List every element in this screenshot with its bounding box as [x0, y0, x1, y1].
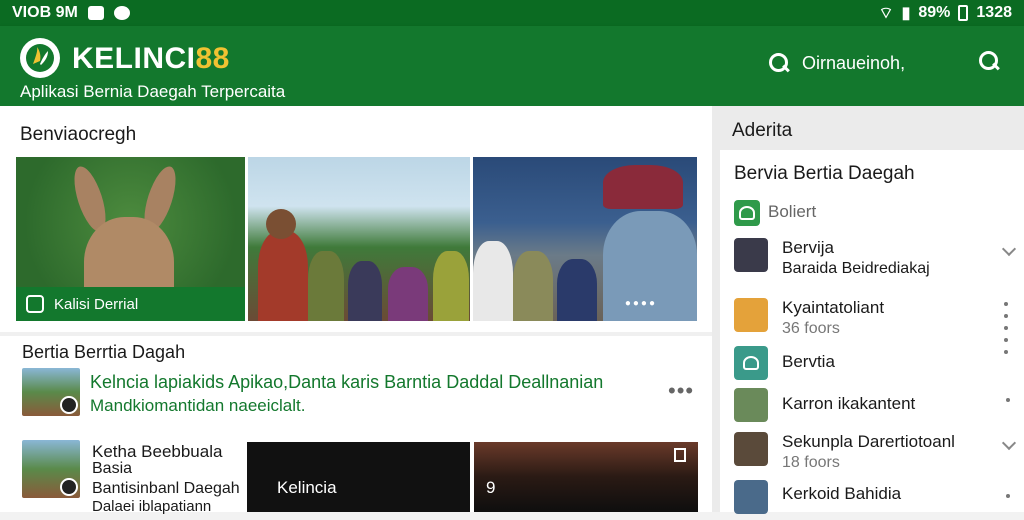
sidebar-item[interactable]: Sekunpla Darertiotoanl 18 foors [734, 432, 1017, 472]
gallery-tile-crowd[interactable]: ●●●● [473, 157, 697, 321]
video-card-label: 9 [486, 478, 496, 497]
camera-icon [26, 295, 44, 313]
avatar [734, 388, 768, 422]
wifi-icon: ⌔ [878, 5, 894, 22]
news-thumbnail [22, 440, 80, 498]
more-options-icon[interactable]: ••• [668, 378, 694, 404]
sidebar-item[interactable]: Bervija Baraida Beidrediakaj [734, 238, 1017, 278]
more-dot-icon[interactable] [1006, 494, 1010, 498]
app-tagline: Aplikasi Bernia Daegah Terpercaita [20, 82, 286, 101]
sidebar-item-title: Bervtia [782, 352, 835, 371]
chat-icon [113, 6, 130, 20]
sidebar-item-sub: Baraida Beidrediakaj [782, 260, 930, 277]
right-sidebar: Aderita Bervia Bertia Daegah Boliert Ber… [712, 106, 1024, 514]
carousel-dots[interactable]: ●●●● [625, 298, 657, 309]
rabbit-logo-icon[interactable] [20, 38, 60, 78]
person-head [266, 209, 296, 239]
battery-icon [958, 5, 969, 21]
news-line: Ketha Beebbuala [92, 442, 223, 461]
more-dot-icon[interactable] [1006, 398, 1010, 402]
photo-gallery: Kalisi Derrial ●●●● [16, 157, 700, 321]
news-title: Kelncia lapiakids Apikao,Danta karis Bar… [90, 372, 604, 392]
sidebar-item[interactable]: Karron ikakantent [734, 388, 1014, 428]
sidebar-item-title: Boliert [768, 202, 817, 221]
play-badge-icon [60, 478, 78, 496]
news-thumbnail [22, 368, 80, 416]
person-figure [557, 259, 597, 321]
video-card-label: Kelincia [277, 478, 337, 497]
search-icon [768, 52, 790, 74]
brand-text: KELINCI [72, 42, 196, 75]
main-panel: Benviaocregh Kalisi Derrial ●●●● Bertia … [0, 106, 712, 515]
avatar [734, 238, 768, 272]
sidebar-item[interactable]: Kyaintatoliant 36 foors [734, 298, 1014, 354]
sidebar-header: Aderita [732, 120, 793, 141]
search-button[interactable] [978, 50, 1000, 77]
app-brand[interactable]: KELINCI88 [72, 42, 230, 76]
tile-caption-text: Kalisi Derrial [54, 295, 139, 313]
news-line: Basia [92, 460, 133, 477]
sidebar-card-title: Bervia Bertia Daegah [734, 163, 915, 184]
avatar [734, 480, 768, 514]
person-figure [513, 251, 553, 321]
video-card[interactable]: Kelincia [247, 442, 470, 512]
person-figure [258, 231, 308, 321]
gallery-tile-village[interactable] [248, 157, 470, 321]
person-figure [388, 267, 428, 321]
sidebar-item[interactable]: Boliert [734, 198, 1014, 238]
app-header: KELINCI88 Aplikasi Bernia Daegah Terperc… [0, 26, 1024, 106]
sidebar-item-title: Bervija [782, 238, 834, 257]
sidebar-item-title: Sekunpla Darertiotoanl [782, 432, 955, 451]
divider [0, 332, 712, 336]
person-figure [473, 241, 513, 321]
person-figure [433, 251, 469, 321]
news-subtitle: Mandkiomantidan naeeiclalt. [90, 396, 306, 415]
person-figure [308, 251, 344, 321]
signal-icon: ▮ [901, 5, 911, 22]
share-icon [734, 346, 768, 380]
sidebar-item-sub: 36 foors [782, 320, 840, 337]
news-line: Dalaei iblapatiann [92, 498, 212, 515]
avatar [734, 298, 768, 332]
sidebar-item-title: Kerkoid Bahidia [782, 484, 902, 503]
sidebar-item-sub: 18 foors [782, 454, 840, 471]
bookmark-icon[interactable] [674, 448, 686, 462]
heart-icon [734, 200, 760, 226]
search-icon [978, 50, 1000, 72]
header-search-label: Oirnaueinoh, [802, 52, 906, 73]
chevron-down-icon[interactable] [1001, 435, 1017, 451]
clock: 1328 [976, 4, 1012, 21]
section-title: Benviaocregh [20, 124, 137, 145]
sidebar-item-title: Karron ikakantent [782, 394, 916, 413]
video-card[interactable]: 9 [474, 442, 698, 512]
person-figure [348, 261, 382, 321]
sidebar-card: Bervia Bertia Daegah Boliert Bervija Bar… [720, 150, 1024, 514]
status-left-text: VIOB 9M [12, 4, 78, 21]
sidebar-item[interactable]: Bervtia [734, 346, 1014, 386]
brand-number: 88 [195, 42, 230, 75]
play-badge-icon [60, 396, 78, 414]
battery-text: 89% [918, 4, 951, 21]
news-header: Bertia Berrtia Dagah [22, 342, 186, 362]
gallery-tile-rabbit[interactable]: Kalisi Derrial [16, 157, 245, 321]
cap-figure [603, 165, 683, 209]
notification-icon [87, 6, 104, 20]
tile-caption: Kalisi Derrial [16, 287, 245, 321]
avatar [734, 432, 768, 466]
header-search[interactable]: Oirnaueinoh, [768, 52, 905, 74]
chevron-down-icon[interactable] [1001, 241, 1017, 257]
sidebar-item-title: Kyaintatoliant [782, 298, 885, 317]
sidebar-item[interactable]: Kerkoid Bahidia [734, 480, 1014, 520]
status-bar: VIOB 9M ⌔ ▮ 89% 1328 [0, 0, 1024, 26]
news-line: Bantisinbanl Daegah [92, 480, 240, 497]
